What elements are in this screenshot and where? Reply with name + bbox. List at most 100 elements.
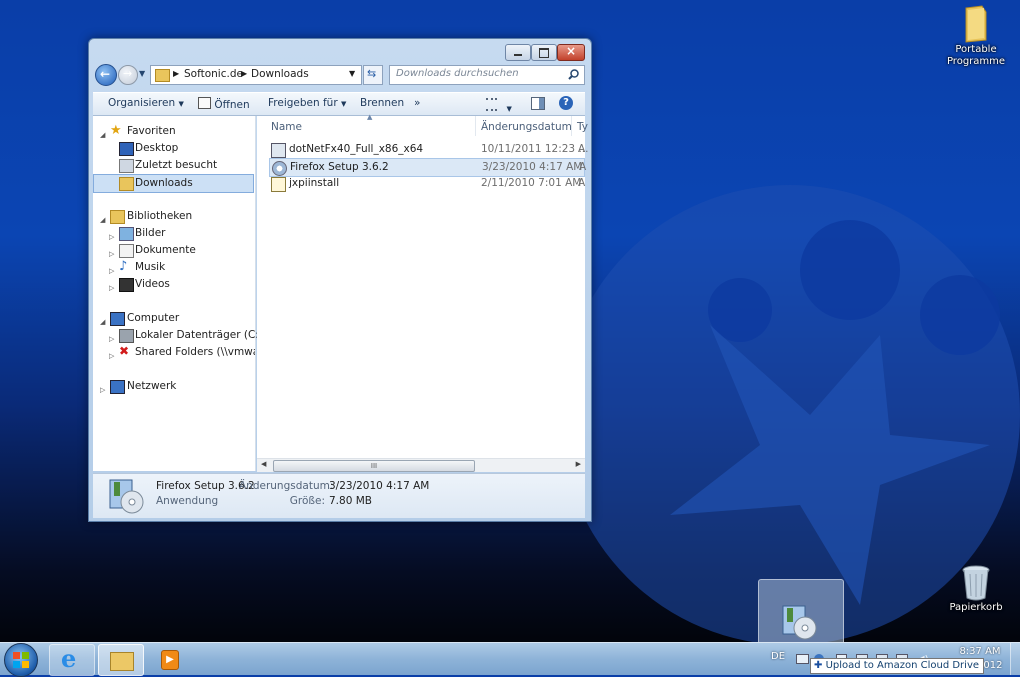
nav-libraries[interactable]: ◢ Bibliotheken: [93, 208, 255, 225]
help-button[interactable]: ?: [559, 96, 573, 110]
desktop-icon-recycle-bin[interactable]: Papierkorb: [944, 564, 1008, 614]
collapsed-arrow-icon: ▷: [100, 386, 106, 394]
library-icon: [110, 210, 125, 224]
nav-recent[interactable]: Zuletzt besucht: [93, 157, 255, 174]
breadcrumb-separator-icon: ▶: [173, 69, 180, 78]
search-input[interactable]: Downloads durchsuchen: [389, 65, 585, 85]
forward-button[interactable]: →: [118, 65, 138, 85]
taskbar-internet-explorer[interactable]: e: [49, 644, 95, 676]
view-options-button[interactable]: ▼: [486, 98, 512, 114]
column-header-date[interactable]: Änderungsdatum: [481, 121, 572, 133]
nav-label: Bibliotheken: [127, 210, 193, 222]
recent-places-icon: [119, 159, 134, 173]
minimize-button[interactable]: [505, 44, 531, 61]
breadcrumb-separator-icon: ▶: [241, 69, 248, 78]
column-header-name[interactable]: Name: [271, 121, 302, 133]
nav-network[interactable]: ▷ Netzwerk: [93, 378, 255, 395]
breadcrumb-downloads[interactable]: Downloads: [251, 68, 309, 80]
nav-music[interactable]: ▷ ♪ Musik: [93, 259, 255, 276]
navigation-pane: ◢ ★ Favoriten Desktop Zuletzt besucht Do…: [93, 116, 263, 471]
help-icon: ?: [563, 97, 569, 108]
nav-computer[interactable]: ◢ Computer: [93, 310, 255, 327]
language-indicator[interactable]: DE: [771, 651, 785, 662]
nav-label: Netzwerk: [127, 380, 177, 392]
sort-indicator-icon: ▲: [367, 113, 373, 121]
more-commands-button[interactable]: »: [414, 97, 420, 109]
open-label: Öffnen: [214, 99, 250, 111]
nav-local-disk[interactable]: ▷ Lokaler Datenträger (C:): [93, 327, 263, 344]
file-row[interactable]: dotNetFx40_Full_x86_x64 10/11/2011 12:23…: [269, 141, 588, 158]
start-button[interactable]: [4, 643, 38, 677]
breadcrumb-softonic[interactable]: Softonic.de: [184, 68, 243, 80]
collapsed-arrow-icon: ▷: [109, 284, 115, 292]
file-list: ▲ Name Änderungsdatum Ty dotNetFx40_Full…: [257, 113, 588, 472]
nav-label: Musik: [135, 261, 166, 273]
videos-icon: [119, 278, 134, 292]
address-dropdown-icon[interactable]: ▼: [349, 69, 355, 78]
desktop-icon-label: Portable: [955, 44, 997, 55]
taskbar-media-player[interactable]: ▶: [147, 644, 191, 674]
close-icon: ×: [566, 44, 577, 58]
close-button[interactable]: ×: [557, 44, 585, 61]
maximize-button[interactable]: [531, 44, 557, 61]
nav-pictures[interactable]: ▷ Bilder: [93, 225, 255, 242]
scroll-left-icon[interactable]: ◀: [261, 460, 266, 468]
details-size-value: 7.80 MB: [329, 495, 372, 507]
network-icon: [110, 380, 125, 394]
burn-button[interactable]: Brennen: [360, 97, 404, 109]
tray-network-icon[interactable]: [796, 654, 809, 664]
nav-shared-folders[interactable]: ▷ ✖ Shared Folders (\\vmware-h: [93, 344, 255, 361]
back-button[interactable]: ←: [95, 64, 117, 86]
tooltip-text: Upload to Amazon Cloud Drive: [825, 660, 980, 671]
taskbar-explorer-active[interactable]: [98, 644, 144, 676]
nav-videos[interactable]: ▷ Videos: [93, 276, 255, 293]
recycle-bin-icon: [962, 565, 990, 601]
scroll-right-icon[interactable]: ▶: [576, 460, 581, 468]
organize-label: Organisieren: [108, 97, 176, 109]
horizontal-scrollbar[interactable]: ◀ III ▶: [257, 458, 585, 472]
details-file-kind: Anwendung: [156, 495, 219, 507]
installer-icon: [271, 143, 286, 158]
plus-icon: ✚: [814, 660, 823, 671]
file-type: A: [578, 177, 586, 189]
file-name: Firefox Setup 3.6.2: [290, 161, 389, 173]
nav-label: Favoriten: [127, 125, 176, 137]
nav-label: Downloads: [135, 177, 193, 189]
file-row[interactable]: jxpiinstall 2/11/2010 7:01 AM A: [269, 175, 585, 192]
clock-time: 8:37 AM: [959, 646, 1001, 657]
details-pane: Firefox Setup 3.6.2 Anwendung Änderungsd…: [93, 473, 585, 518]
hard-drive-icon: [119, 329, 134, 343]
desktop-icon-label: Programme: [946, 56, 1006, 67]
column-header-type[interactable]: Ty: [577, 121, 588, 133]
organize-button[interactable]: Organisieren ▼: [108, 97, 184, 109]
nav-favorites[interactable]: ◢ ★ Favoriten: [93, 123, 255, 140]
desktop-icon: [119, 142, 134, 156]
share-button[interactable]: Freigeben für ▼: [268, 97, 346, 109]
view-list-icon: [486, 98, 497, 111]
refresh-button[interactable]: ⇆: [363, 65, 383, 85]
file-type: A: [578, 143, 586, 155]
nav-documents[interactable]: ▷ Dokumente: [93, 242, 255, 259]
recent-pages-dropdown[interactable]: ▼: [139, 69, 145, 78]
maximize-icon: [539, 48, 549, 58]
scrollbar-thumb[interactable]: III: [273, 460, 475, 472]
desktop-icon-portable-programme[interactable]: Portable Programme: [944, 4, 1008, 68]
pictures-icon: [119, 227, 134, 241]
preview-pane-button[interactable]: [531, 97, 545, 110]
search-icon: [568, 69, 579, 80]
nav-label: Bilder: [135, 227, 166, 239]
nav-label: Dokumente: [135, 244, 196, 256]
disconnected-drive-icon: ✖: [119, 344, 130, 358]
nav-downloads[interactable]: Downloads: [93, 174, 254, 193]
column-divider: [475, 116, 476, 136]
chevron-down-icon: ▼: [341, 100, 347, 108]
address-bar[interactable]: ▶ Softonic.de ▶ Downloads ▼: [150, 65, 362, 85]
music-note-icon: ♪: [119, 259, 128, 274]
star-icon: ★: [110, 123, 122, 138]
show-desktop-button[interactable]: [1010, 643, 1020, 675]
open-button[interactable]: Öffnen: [198, 97, 250, 111]
nav-label: Shared Folders (\\vmware-h: [135, 346, 255, 358]
details-date-label: Änderungsdatum:: [239, 480, 334, 492]
open-icon: [198, 97, 211, 109]
nav-desktop[interactable]: Desktop: [93, 140, 255, 157]
